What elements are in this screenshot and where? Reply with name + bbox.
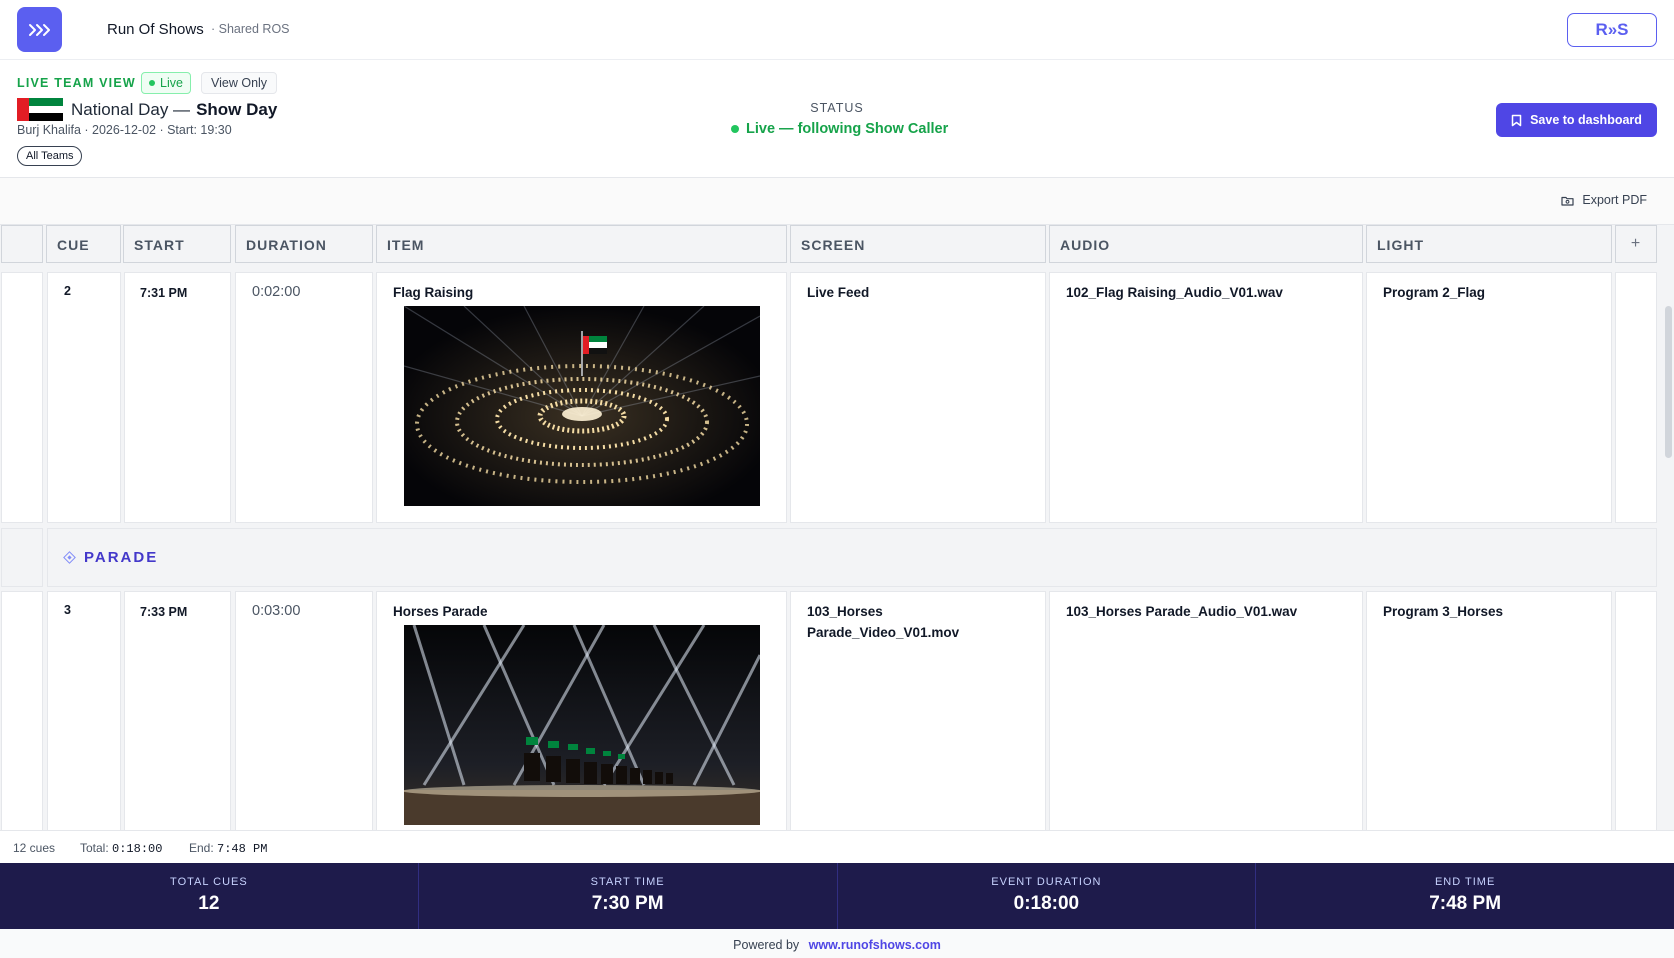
duration-value: 0:02:00 xyxy=(252,284,301,300)
summary-end: End: 7:48 PM xyxy=(189,841,267,856)
light-value: Program 2_Flag xyxy=(1383,285,1486,300)
save-button-label: Save to dashboard xyxy=(1530,113,1642,127)
row-handle[interactable] xyxy=(1,591,43,830)
stat-label: START TIME xyxy=(590,876,665,888)
end-label: End: xyxy=(189,841,214,855)
powered-by-text: Powered by xyxy=(733,938,800,952)
event-header: LIVE TEAM VIEW Live View Only National D… xyxy=(0,60,1674,178)
duration-cell[interactable]: 0:03:00 xyxy=(235,591,373,830)
horses-parade-image xyxy=(404,625,760,825)
app-subtitle: · Shared ROS xyxy=(211,22,290,36)
audio-cell[interactable]: 103_Horses Parade_Audio_V01.wav xyxy=(1049,591,1363,830)
item-cell[interactable]: Flag Raising xyxy=(376,272,787,523)
end-value: 7:48 PM xyxy=(217,842,268,856)
status-dot-icon xyxy=(731,125,739,133)
screen-value: Live Feed xyxy=(807,285,870,300)
column-header-duration[interactable]: DURATION xyxy=(235,225,373,263)
live-badge: Live xyxy=(141,72,191,94)
screen-value: 103_Horses Parade_Video_V01.mov xyxy=(807,604,960,640)
column-header-item[interactable]: ITEM xyxy=(376,225,787,263)
duration-value: 0:03:00 xyxy=(252,603,301,619)
add-column-button[interactable]: + xyxy=(1615,225,1657,263)
event-meta: Burj Khalifa · 2026-12-02 · Start: 19:30 xyxy=(17,123,232,137)
event-stats-bar: TOTAL CUES 12 START TIME 7:30 PM EVENT DUR… xyxy=(0,863,1674,929)
column-header-handle xyxy=(1,225,43,263)
extra-cell xyxy=(1615,272,1657,523)
export-label: Export PDF xyxy=(1582,193,1647,207)
light-cell[interactable]: Program 3_Horses xyxy=(1366,591,1612,830)
toolbar: Export PDF xyxy=(0,178,1674,224)
extra-cell xyxy=(1615,591,1657,830)
cue-number: 3 xyxy=(64,603,71,617)
cue-count: 12 cues xyxy=(13,841,56,855)
column-header-light[interactable]: LIGHT xyxy=(1366,225,1612,263)
bookmark-icon xyxy=(1511,114,1522,126)
cue-number: 2 xyxy=(64,284,71,298)
fountain-flag-image xyxy=(404,306,760,506)
light-cell[interactable]: Program 2_Flag xyxy=(1366,272,1612,523)
live-team-view-label: LIVE TEAM VIEW xyxy=(17,76,136,90)
start-time: 7:31 PM xyxy=(140,286,188,300)
audio-cell[interactable]: 102_Flag Raising_Audio_V01.wav xyxy=(1049,272,1363,523)
start-cell[interactable]: 7:31 PM xyxy=(124,272,231,523)
light-value: Program 3_Horses xyxy=(1383,604,1504,619)
table-row[interactable]: 2 xyxy=(47,272,121,523)
stat-end-time: END TIME 7:48 PM xyxy=(1256,863,1674,929)
item-title: Horses Parade xyxy=(393,604,488,619)
item-title: Flag Raising xyxy=(393,285,474,300)
status-text: Live — following Show Caller xyxy=(746,121,949,137)
duration-cell[interactable]: 0:02:00 xyxy=(235,272,373,523)
app-name: Run Of Shows xyxy=(107,21,204,38)
screen-cell[interactable]: Live Feed xyxy=(790,272,1046,523)
footer: Powered by www.runofshows.com xyxy=(0,929,1674,958)
top-bar: Run Of Shows · Shared ROS R»S xyxy=(0,0,1674,60)
app-logo-icon[interactable] xyxy=(17,7,62,52)
screen-cell[interactable]: 103_Horses Parade_Video_V01.mov xyxy=(790,591,1046,830)
brand-mark: R»S xyxy=(1595,20,1629,39)
audio-value: 102_Flag Raising_Audio_V01.wav xyxy=(1066,285,1283,300)
total-label: Total: xyxy=(80,841,109,855)
stat-label: END TIME xyxy=(1434,876,1496,888)
column-header-start[interactable]: START xyxy=(123,225,231,263)
column-header-screen[interactable]: SCREEN xyxy=(790,225,1046,263)
section-name: PARADE xyxy=(84,549,159,566)
brand-logo[interactable]: R»S xyxy=(1567,13,1657,47)
start-time: 7:33 PM xyxy=(140,605,188,619)
stat-label: TOTAL CUES xyxy=(170,876,248,888)
status-value: Live — following Show Caller xyxy=(731,121,948,137)
stat-value: 0:18:00 xyxy=(1013,893,1080,914)
column-header-cue[interactable]: CUE xyxy=(46,225,121,263)
row-handle[interactable] xyxy=(1,272,43,523)
stat-value: 7:30 PM xyxy=(591,893,664,914)
column-header-audio[interactable]: AUDIO xyxy=(1049,225,1363,263)
stat-event-duration: EVENT DURATION 0:18:00 xyxy=(838,863,1257,929)
section-row-parade[interactable]: PARADE xyxy=(47,528,1657,587)
table-row[interactable]: 3 xyxy=(47,591,121,830)
vertical-scrollbar[interactable] xyxy=(1665,306,1672,458)
summary-total: Total: 0:18:00 xyxy=(80,841,162,856)
stat-label: EVENT DURATION xyxy=(991,876,1102,888)
website-link[interactable]: www.runofshows.com xyxy=(809,938,941,952)
export-pdf-button[interactable]: Export PDF xyxy=(1561,193,1647,207)
item-cell[interactable]: Horses Parade xyxy=(376,591,787,830)
start-cell[interactable]: 7:33 PM xyxy=(124,591,231,830)
run-of-show-grid: CUE START DURATION ITEM SCREEN AUDIO LIG… xyxy=(0,224,1674,830)
status-label: STATUS xyxy=(810,101,864,115)
stat-total-cues: TOTAL CUES 12 xyxy=(0,863,419,929)
save-to-dashboard-button[interactable]: Save to dashboard xyxy=(1496,103,1657,137)
live-dot-icon xyxy=(149,80,155,86)
live-badge-label: Live xyxy=(160,76,183,90)
view-only-badge: View Only xyxy=(201,72,278,94)
section-handle[interactable] xyxy=(1,528,43,587)
summary-bar: 12 cues Total: 0:18:00 End: 7:48 PM xyxy=(0,830,1674,863)
diamond-icon xyxy=(63,551,76,564)
stat-start-time: START TIME 7:30 PM xyxy=(419,863,838,929)
teams-filter-button[interactable]: All Teams xyxy=(17,146,83,166)
audio-value: 103_Horses Parade_Audio_V01.wav xyxy=(1066,604,1298,619)
stat-value: 7:48 PM xyxy=(1429,893,1502,914)
folder-icon xyxy=(1561,196,1574,206)
total-value: 0:18:00 xyxy=(112,842,163,856)
stat-value: 12 xyxy=(198,893,220,914)
